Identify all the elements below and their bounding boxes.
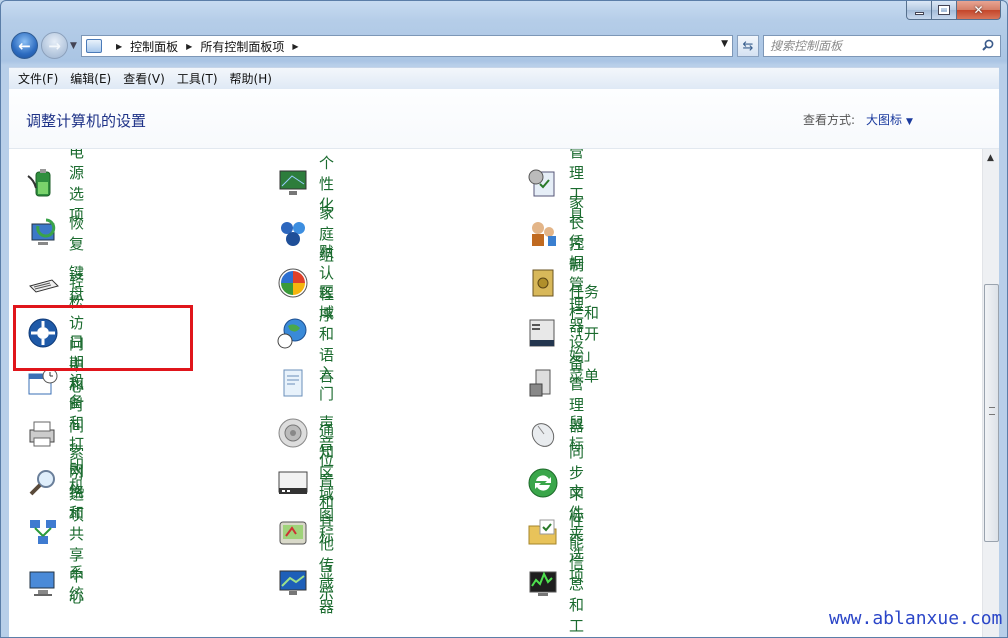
getting-started-icon	[276, 366, 310, 400]
taskbar-icon	[526, 316, 560, 350]
breadcrumb-separator-icon[interactable]: ▶	[116, 42, 122, 51]
safe-icon	[526, 266, 560, 300]
monitor-icon	[276, 166, 310, 200]
control-panel-item[interactable]: 电源选项	[26, 149, 84, 224]
control-panel-item[interactable]: 性能信息和工具	[526, 512, 584, 635]
globe-clock-icon	[276, 316, 310, 350]
control-panel-icon	[86, 39, 102, 53]
scrollbar-thumb[interactable]	[984, 284, 999, 542]
control-panel-item[interactable]: 区域和语言	[276, 283, 334, 385]
page-title: 调整计算机的设置	[26, 112, 147, 130]
search-box	[763, 35, 1001, 57]
menu-help[interactable]: 帮助(H)	[225, 70, 277, 87]
close-button[interactable]: ✕	[957, 1, 1001, 20]
homegroup-icon	[276, 216, 310, 250]
items-list: 电源选项 恢复 键盘 轻松访问中心 日期和时间 设备和打印机 索引选项 网络和共享中心 系统 个性…	[9, 149, 984, 637]
folder-icon	[526, 516, 560, 550]
vertical-scrollbar[interactable]: ▲	[982, 149, 999, 637]
view-by-dropdown[interactable]: 大图标 ▼	[866, 111, 913, 128]
menu-bar: 文件(F) 编辑(E) 查看(V) 工具(T) 帮助(H)	[9, 67, 999, 89]
refresh-icon: ⇆	[742, 38, 754, 54]
refresh-button[interactable]: ⇆	[737, 35, 759, 57]
sensor-icon	[276, 516, 310, 550]
magnifier-icon	[26, 466, 60, 500]
item-label: 恢复	[69, 214, 85, 253]
forward-button[interactable]: →	[41, 32, 68, 59]
item-label: 显示	[319, 564, 335, 603]
forward-arrow-icon: →	[48, 36, 61, 55]
address-dropdown-icon[interactable]: ▼	[721, 39, 728, 49]
control-panel-item[interactable]: 个性化	[276, 154, 334, 214]
minimize-icon	[914, 11, 924, 15]
highlight-box	[13, 305, 193, 371]
mouse-icon	[526, 416, 560, 450]
sync-icon	[526, 466, 560, 500]
control-panel-item[interactable]: 任务栏和「开始」菜单	[526, 283, 599, 385]
view-by-value: 大图标	[866, 113, 903, 127]
search-input[interactable]	[770, 39, 975, 53]
device-manager-icon	[526, 366, 560, 400]
control-panel-window: ✕ ← → ▼ ▶ 控制面板 ▶ 所有控制面板项 ▶ ▼ ⇆ 文件(F) 编辑(…	[0, 0, 1008, 638]
control-panel-item[interactable]: 恢复	[26, 213, 84, 253]
back-button[interactable]: ←	[11, 32, 38, 59]
back-arrow-icon: ←	[18, 36, 31, 55]
control-panel-item[interactable]: 系统	[26, 563, 84, 603]
control-panel-item[interactable]: 设备管理器	[526, 333, 584, 435]
battery-icon	[26, 166, 60, 200]
control-panel-item[interactable]: 入门	[276, 363, 334, 403]
control-panel-item[interactable]: 显示	[276, 563, 334, 603]
menu-edit[interactable]: 编辑(E)	[65, 70, 116, 87]
menu-file[interactable]: 文件(F)	[13, 70, 63, 87]
recovery-icon	[26, 216, 60, 250]
item-label: 系统	[69, 564, 85, 603]
parental-controls-icon	[526, 216, 560, 250]
scroll-grip-icon	[989, 407, 995, 415]
control-panel-item[interactable]: 网络和共享中心	[26, 462, 84, 606]
breadcrumb-separator-icon[interactable]: ▶	[292, 42, 298, 51]
chevron-down-icon: ▼	[906, 117, 913, 127]
content-pane: 调整计算机的设置 查看方式: 大图标 ▼ 电源选项 恢复 键盘 轻松访问中心 日期和时间设…	[9, 89, 999, 637]
recent-pages-dropdown[interactable]: ▼	[70, 41, 77, 51]
watermark: www.ablanxue.com	[829, 608, 1003, 629]
navigation-bar: ← → ▼ ▶ 控制面板 ▶ 所有控制面板项 ▶ ▼ ⇆	[9, 31, 1001, 61]
window-controls: ✕	[906, 1, 1001, 20]
breadcrumb-control-panel[interactable]: 控制面板	[130, 38, 178, 55]
close-icon: ✕	[973, 3, 984, 17]
menu-view[interactable]: 查看(V)	[118, 70, 170, 87]
minimize-button[interactable]	[906, 1, 932, 20]
admin-tools-icon	[526, 166, 560, 200]
view-by-label: 查看方式:	[803, 113, 856, 127]
content-header: 调整计算机的设置 查看方式: 大图标 ▼	[9, 89, 999, 149]
search-icon[interactable]	[982, 39, 994, 51]
computer-icon	[26, 566, 60, 600]
notification-area-icon	[276, 466, 310, 500]
printer-icon	[26, 416, 60, 450]
default-programs-icon	[276, 266, 310, 300]
maximize-button[interactable]	[932, 1, 957, 20]
item-label: 入门	[319, 364, 335, 403]
menu-tools[interactable]: 工具(T)	[172, 70, 223, 87]
maximize-icon	[938, 5, 950, 15]
network-icon	[26, 516, 60, 550]
control-panel-item[interactable]: 位置和其他传感器	[276, 451, 334, 616]
breadcrumb-separator-icon[interactable]: ▶	[186, 42, 192, 51]
performance-icon	[526, 566, 560, 600]
keyboard-icon	[26, 266, 60, 300]
display-icon	[276, 566, 310, 600]
address-bar[interactable]: ▶ 控制面板 ▶ 所有控制面板项 ▶ ▼	[81, 35, 733, 57]
item-label: 性能信息和工具	[569, 511, 585, 635]
speaker-icon	[276, 416, 310, 450]
breadcrumb-all-items[interactable]: 所有控制面板项	[200, 38, 284, 55]
calendar-clock-icon	[26, 366, 60, 400]
scroll-up-icon[interactable]: ▲	[987, 153, 994, 163]
